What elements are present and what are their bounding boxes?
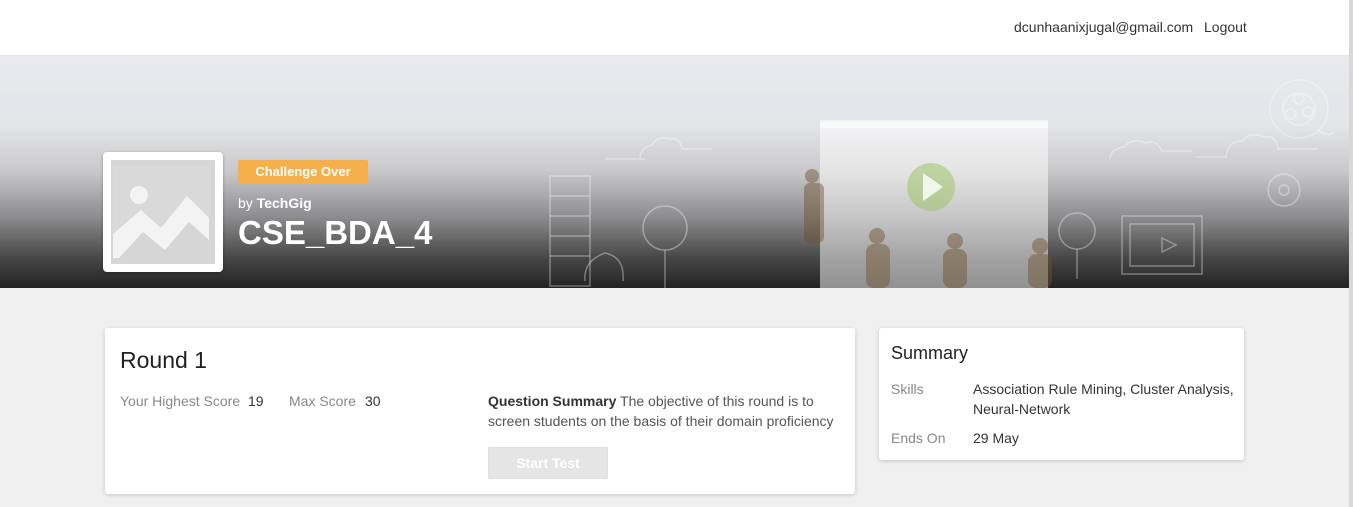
logout-link[interactable]: Logout <box>1204 19 1247 35</box>
max-score-value: 30 <box>365 393 381 409</box>
challenge-title: CSE_BDA_4 <box>238 214 433 251</box>
by-prefix: by <box>238 195 253 211</box>
start-test-button[interactable]: Start Test <box>488 447 608 479</box>
highest-score-label: Your Highest Score <box>120 393 241 409</box>
status-badge: Challenge Over <box>238 160 368 184</box>
round-card: Round 1 Your Highest Score 19 Max Score … <box>105 328 855 494</box>
summary-card: Summary Skills Association Rule Mining, … <box>879 328 1244 460</box>
highest-score-value: 19 <box>248 393 264 409</box>
challenge-logo <box>103 152 223 272</box>
question-summary-label: Question Summary <box>488 393 617 409</box>
top-nav-bar: dcunhaanixjugal@gmail.com Logout <box>0 0 1353 56</box>
skills-label: Skills <box>891 381 924 397</box>
page-scrollbar[interactable] <box>1349 0 1353 507</box>
ends-on-label: Ends On <box>891 430 946 446</box>
user-email[interactable]: dcunhaanixjugal@gmail.com <box>1014 19 1193 35</box>
max-score-label: Max Score <box>289 393 356 409</box>
organizer-name[interactable]: TechGig <box>257 195 312 211</box>
question-summary: Question Summary The objective of this r… <box>488 391 838 431</box>
skills-value: Association Rule Mining, Cluster Analysi… <box>973 381 1234 417</box>
organizer-byline: by TechGig <box>238 195 312 211</box>
image-placeholder-icon <box>111 160 215 264</box>
round-title: Round 1 <box>120 347 207 373</box>
summary-title: Summary <box>891 343 969 363</box>
ends-on-value: 29 May <box>973 430 1019 446</box>
challenge-banner: Challenge Over by TechGig CSE_BDA_4 <box>0 56 1349 288</box>
